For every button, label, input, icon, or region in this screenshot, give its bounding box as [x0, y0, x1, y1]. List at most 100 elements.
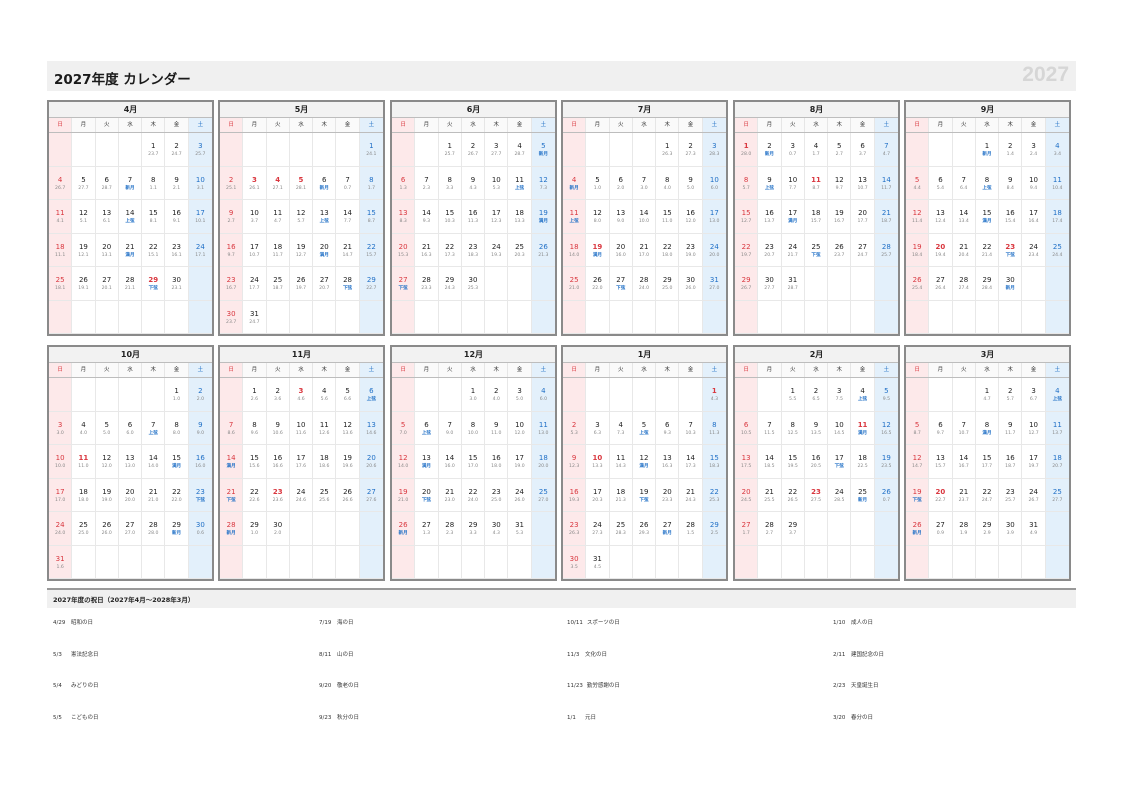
day-cell: 19 下弦: [632, 478, 657, 512]
moon-age: 17.7: [981, 464, 993, 469]
day-number: 11: [538, 420, 548, 429]
moon-age: 13.5: [810, 430, 822, 436]
empty-cell: [49, 133, 73, 167]
moon-age: 12.6: [319, 430, 330, 436]
day-number: 23: [764, 242, 774, 251]
day-number: 18: [569, 242, 579, 251]
day-number: 21: [421, 242, 431, 251]
day-cell: 6 新月: [313, 166, 337, 200]
day-number: 4: [1055, 387, 1060, 395]
day-number: 29: [172, 521, 182, 529]
day-number: 16: [491, 454, 501, 462]
day-cell: 15 17.7: [975, 445, 1000, 479]
moon-age: 2.0: [617, 185, 625, 191]
day-number: 3: [1031, 142, 1036, 150]
day-number: 5: [298, 175, 304, 184]
moon-age: 1.3: [422, 531, 431, 536]
day-number: 3: [298, 387, 304, 395]
empty-cell: [952, 300, 976, 334]
moon-age: 2.3: [422, 185, 431, 191]
day-cell: 17 10.1: [188, 200, 212, 234]
moon-age: 18.1: [55, 286, 66, 291]
moon-age: 1.7: [742, 531, 750, 536]
weekday-label: 水: [118, 118, 143, 132]
day-cell: 24 24.6: [289, 478, 314, 512]
day-number: 24: [788, 242, 798, 251]
day-cell: 18 18.0: [72, 478, 96, 512]
month-calendar: 12月日月火水木金土 1 3.0 2 4.0 3 5.0 4 6.0 5 7.0 6 上弦 7 9.0 8 10…: [390, 345, 557, 581]
day-cell: 10 3.7: [243, 200, 267, 234]
moon-age: 27.3: [685, 152, 696, 157]
day-cell: 17 20.3: [586, 478, 610, 512]
day-number: 29: [741, 276, 751, 284]
moon-age: 14.0: [148, 464, 159, 469]
empty-cell: [563, 300, 587, 334]
day-cell: 15 10.3: [438, 200, 462, 234]
day-number: 25: [319, 487, 329, 496]
day-number: 21: [148, 487, 158, 496]
day-number: 1: [711, 387, 717, 395]
empty-cell: [804, 267, 829, 301]
weekday-label: 木: [485, 363, 509, 377]
day-grid: 1 2.6 2 3.6 3 4.6 4 5.6 5 6.6 6 上弦 7 8.6 8 9.6 9 10.6 10 11…: [220, 378, 383, 579]
day-number: 13: [102, 209, 112, 217]
day-cell: 11 8.7: [804, 166, 829, 200]
empty-cell: [485, 267, 509, 301]
moon-age: 7.3: [617, 430, 625, 436]
moon-age: 3.0: [56, 430, 64, 436]
moon-age: 28.1: [295, 185, 307, 191]
moon-age: 18.7: [272, 286, 283, 291]
day-number: 9: [767, 175, 772, 184]
holiday-item: 1/1 元日: [567, 713, 596, 721]
day-number: 22: [468, 487, 478, 496]
empty-cell: [188, 267, 212, 301]
moon-age: 11.5: [764, 430, 775, 436]
moon-age: 17.3: [685, 464, 696, 469]
empty-cell: [266, 300, 290, 334]
empty-cell: [95, 300, 119, 334]
day-cell: 29 2.5: [702, 512, 726, 546]
day-cell: 5 1.0: [586, 166, 610, 200]
moon-age: 11.0: [491, 430, 502, 436]
moon-age: 26.7: [55, 185, 66, 191]
day-cell: 17 19.0: [508, 445, 532, 479]
day-number: 28: [125, 276, 135, 284]
moon-phase-label: 上弦: [569, 219, 579, 224]
moon-age: 24.0: [467, 497, 479, 503]
day-number: 12: [538, 175, 548, 184]
day-number: 27: [858, 242, 868, 251]
holiday-item: 4/29 昭和の日: [53, 618, 93, 626]
empty-cell: [392, 300, 416, 334]
moon-age: 26.0: [685, 286, 696, 291]
empty-cell: [656, 300, 680, 334]
moon-age: 25.3: [467, 286, 479, 291]
day-cell: 25 25.6: [313, 478, 337, 512]
day-cell: 30 4.3: [485, 512, 509, 546]
day-cell: 31 28.7: [781, 267, 805, 301]
empty-cell: [243, 133, 267, 167]
moon-phase-label: 新月: [538, 152, 548, 157]
empty-cell: [359, 545, 383, 579]
month-calendar: 3月日月火水木金土 1 4.7 2 5.7 3 6.7 4 上弦 5 8.7 6 9.7 7 10.7 8 満月…: [904, 345, 1071, 581]
empty-cell: [415, 300, 439, 334]
day-cell: 18 22.5: [851, 445, 875, 479]
day-number: 17: [709, 209, 719, 217]
empty-cell: [485, 300, 509, 334]
moon-age: 0.7: [789, 152, 797, 157]
weekday-label: 金: [679, 363, 703, 377]
day-number: 6: [743, 420, 749, 429]
moon-phase-label: 下弦: [834, 464, 844, 469]
day-number: 25: [616, 521, 626, 529]
day-cell: 4 27.1: [266, 166, 290, 200]
moon-age: 1.3: [399, 185, 407, 191]
day-number: 31: [515, 521, 525, 529]
weekday-label: 土: [359, 118, 383, 132]
holiday-item: 2/23 天皇誕生日: [833, 681, 879, 689]
day-cell: 1 新月: [975, 133, 1000, 167]
day-number: 28: [639, 276, 649, 284]
moon-phase-label: 新月: [662, 531, 672, 536]
moon-age: 21.4: [981, 252, 993, 258]
day-number: 15: [662, 209, 672, 217]
day-cell: 6 上弦: [359, 378, 383, 412]
day-cell: 29 28.4: [975, 267, 1000, 301]
